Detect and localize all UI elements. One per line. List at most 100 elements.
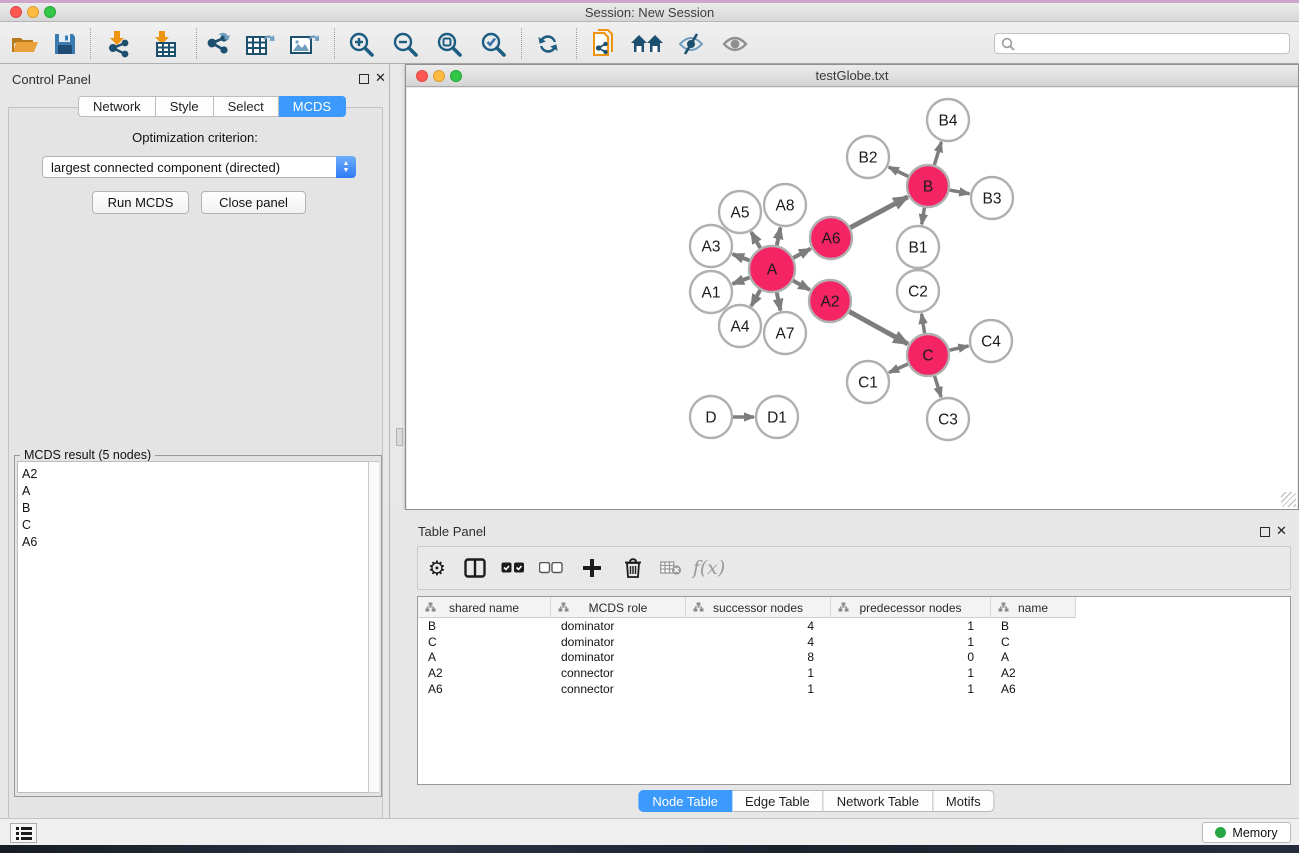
add-column-button[interactable]	[570, 559, 614, 577]
table-cell[interactable]: 1	[686, 682, 831, 696]
table-cell[interactable]: A6	[418, 682, 551, 696]
mcds-result-list[interactable]: A2ABCA6	[17, 461, 369, 793]
table-cell[interactable]: C	[418, 635, 551, 649]
table-cell[interactable]: B	[418, 619, 551, 633]
table-row-A2[interactable]: A2connector11A2	[418, 665, 1290, 681]
search-field[interactable]	[994, 33, 1290, 54]
table-row-B[interactable]: Bdominator41B	[418, 618, 1290, 634]
graph-edge-A-A2[interactable]	[793, 281, 810, 290]
graph-edge-A-A4[interactable]	[751, 290, 760, 306]
table-cell[interactable]: dominator	[551, 619, 686, 633]
graph-node-A6[interactable]: A6	[810, 217, 852, 259]
import-table-button[interactable]	[148, 29, 182, 59]
hide-graphics-details-button[interactable]	[674, 29, 708, 59]
zoom-fit-button[interactable]	[432, 29, 466, 59]
graph-edge-C-C2[interactable]	[922, 314, 925, 334]
graph-node-A1[interactable]: A1	[690, 271, 732, 313]
close-panel-button[interactable]: Close panel	[201, 191, 306, 214]
deselect-all-button[interactable]	[532, 562, 570, 574]
graph-node-B2[interactable]: B2	[847, 136, 889, 178]
close-window-button[interactable]	[10, 6, 22, 18]
open-session-button[interactable]	[8, 29, 42, 59]
table-cell[interactable]: connector	[551, 666, 686, 680]
export-image-button[interactable]	[287, 29, 321, 59]
table-cell[interactable]: 4	[686, 635, 831, 649]
graph-node-B[interactable]: B	[907, 165, 949, 207]
table-cell[interactable]: B	[991, 619, 1076, 633]
graph-edge-B-B4[interactable]	[934, 142, 941, 165]
graph-edge-A-A6[interactable]	[793, 249, 810, 258]
table-row-C[interactable]: Cdominator41C	[418, 634, 1290, 650]
table-cell[interactable]: connector	[551, 682, 686, 696]
table-row-A6[interactable]: A6connector11A6	[418, 681, 1290, 697]
float-panel-icon[interactable]	[359, 74, 369, 84]
graph-node-D[interactable]: D	[690, 396, 732, 438]
delete-table-button[interactable]	[652, 560, 690, 576]
graph-edge-A6-B[interactable]	[850, 197, 907, 228]
table-cell[interactable]: 4	[686, 619, 831, 633]
table-cell[interactable]: A2	[418, 666, 551, 680]
graph-edge-A-A5[interactable]	[751, 232, 760, 248]
network-window-titlebar[interactable]: testGlobe.txt	[406, 65, 1298, 87]
run-mcds-button[interactable]: Run MCDS	[92, 191, 189, 214]
graph-node-A7[interactable]: A7	[764, 312, 806, 354]
graph-edge-B-B1[interactable]	[922, 208, 925, 225]
save-session-button[interactable]	[48, 29, 82, 59]
table-cell[interactable]: 1	[831, 619, 991, 633]
zoom-selected-button[interactable]	[476, 29, 510, 59]
graph-node-C4[interactable]: C4	[970, 320, 1012, 362]
zoom-in-button[interactable]	[344, 29, 378, 59]
minimize-window-button[interactable]	[27, 6, 39, 18]
graph-edge-A-A8[interactable]	[777, 228, 781, 246]
graph-edge-B-B3[interactable]	[950, 190, 970, 194]
graph-node-A8[interactable]: A8	[764, 184, 806, 226]
select-all-button[interactable]	[494, 562, 532, 574]
minimize-network-window-button[interactable]	[433, 70, 445, 82]
graph-edge-C-C3[interactable]	[935, 376, 942, 397]
graph-node-C3[interactable]: C3	[927, 398, 969, 440]
graph-node-A5[interactable]: A5	[719, 191, 761, 233]
show-panel-list-button[interactable]	[10, 823, 37, 843]
graph-edge-B-B2[interactable]	[889, 167, 908, 176]
tab-network[interactable]: Network	[78, 96, 156, 117]
show-graphics-details-button[interactable]	[718, 29, 752, 59]
close-panel-icon[interactable]: ✕	[375, 70, 386, 86]
graph-node-A[interactable]: A	[749, 246, 795, 292]
graph-edge-A-A7[interactable]	[777, 293, 781, 311]
optimization-criterion-dropdown[interactable]: largest connected component (directed) ▲…	[42, 156, 356, 178]
mcds-result-scrollbar[interactable]	[368, 461, 379, 793]
table-settings-button[interactable]: ⚙	[418, 556, 456, 581]
graph-node-A4[interactable]: A4	[719, 305, 761, 347]
column-header-shared-name[interactable]: shared name	[418, 597, 551, 618]
graph-node-B3[interactable]: B3	[971, 177, 1013, 219]
table-cell[interactable]: C	[991, 635, 1076, 649]
network-canvas[interactable]: AA6A2BCA1A3A4A5A7A8B1B2B3B4C1C2C3C4DD1	[407, 88, 1297, 509]
table-cell[interactable]: 1	[831, 635, 991, 649]
column-header-MCDS-role[interactable]: MCDS role	[551, 597, 686, 618]
tab-mcds[interactable]: MCDS	[279, 96, 346, 117]
tab-edge-table[interactable]: Edge Table	[732, 790, 824, 812]
window-resize-grip[interactable]	[1281, 492, 1296, 507]
memory-button[interactable]: Memory	[1202, 822, 1291, 843]
panel-splitter-handle-vertical[interactable]	[396, 428, 403, 446]
table-cell[interactable]: 1	[831, 682, 991, 696]
function-builder-button[interactable]: f(x)	[690, 557, 728, 579]
graph-node-B1[interactable]: B1	[897, 226, 939, 268]
table-cell[interactable]: A	[991, 650, 1076, 664]
table-cell[interactable]: 8	[686, 650, 831, 664]
search-input[interactable]	[1020, 35, 1289, 52]
close-network-window-button[interactable]	[416, 70, 428, 82]
float-table-panel-icon[interactable]	[1260, 527, 1270, 537]
tab-motifs[interactable]: Motifs	[933, 790, 995, 812]
graph-node-C[interactable]: C	[907, 334, 949, 376]
graph-edge-A2-C[interactable]	[849, 312, 908, 344]
tab-network-table[interactable]: Network Table	[824, 790, 933, 812]
zoom-network-window-button[interactable]	[450, 70, 462, 82]
zoom-out-button[interactable]	[388, 29, 422, 59]
table-cell[interactable]: 0	[831, 650, 991, 664]
tab-select[interactable]: Select	[214, 96, 279, 117]
graph-node-B4[interactable]: B4	[927, 99, 969, 141]
close-table-panel-icon[interactable]: ✕	[1276, 523, 1287, 539]
import-network-button[interactable]	[103, 29, 137, 59]
graph-edge-A-A1[interactable]	[733, 277, 750, 283]
